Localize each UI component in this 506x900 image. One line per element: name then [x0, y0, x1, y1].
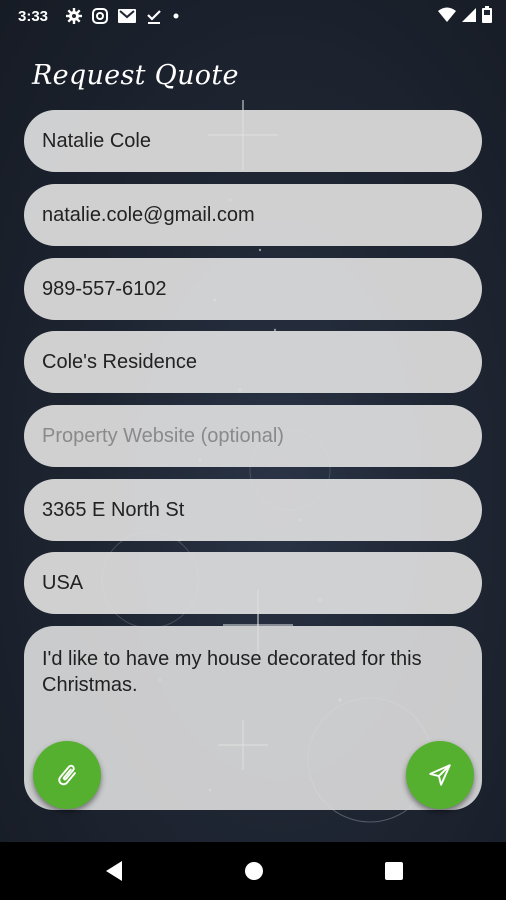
send-button[interactable]	[406, 741, 474, 809]
attach-button[interactable]	[33, 741, 101, 809]
paperclip-icon	[58, 764, 76, 786]
gmail-icon	[118, 9, 137, 23]
home-icon[interactable]	[244, 860, 264, 882]
property-website-field[interactable]: Property Website (optional)	[24, 405, 482, 467]
back-icon[interactable]	[104, 860, 124, 882]
address-field[interactable]: 3365 E North St	[24, 479, 482, 541]
send-icon	[429, 764, 451, 786]
name-field[interactable]: Natalie Cole	[24, 110, 482, 172]
email-field[interactable]: natalie.cole@gmail.com	[24, 184, 482, 246]
download-done-icon	[147, 10, 161, 24]
battery-icon	[482, 6, 492, 23]
system-icons	[438, 6, 492, 23]
status-time: 3:33	[18, 7, 49, 25]
settings-icon	[66, 8, 83, 24]
signal-icon	[462, 7, 476, 22]
dot-icon	[173, 13, 179, 19]
instagram-icon	[92, 8, 109, 24]
property-name-field[interactable]: Cole's Residence	[24, 331, 482, 393]
page-title: Request Quote	[32, 60, 239, 91]
status-bar: 3:33	[0, 0, 506, 32]
country-field[interactable]: USA	[24, 552, 482, 614]
navigation-bar	[0, 842, 506, 900]
phone-field[interactable]: 989-557-6102	[24, 258, 482, 320]
notification-icons	[66, 8, 180, 24]
recents-icon[interactable]	[384, 860, 404, 882]
wifi-icon	[438, 7, 456, 22]
